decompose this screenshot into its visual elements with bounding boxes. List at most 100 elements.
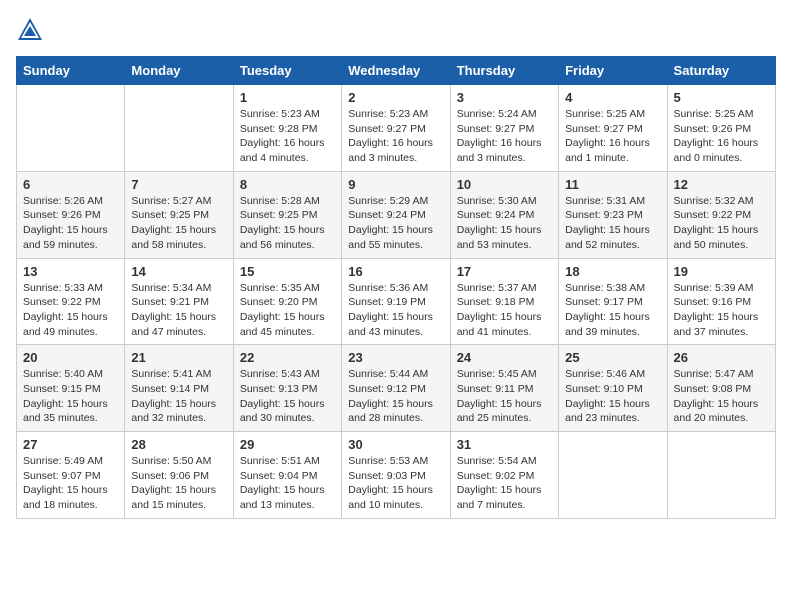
- calendar-cell: 11 Sunrise: 5:31 AM Sunset: 9:23 PM Dayli…: [559, 171, 667, 258]
- calendar-week-row: 20Sunrise: 5:40 AM Sunset: 9:15 PM Dayli…: [17, 345, 776, 432]
- calendar-cell: 3 Sunrise: 5:24 AM Sunset: 9:27 PM Daylig…: [450, 85, 558, 172]
- day-number: 7: [131, 177, 226, 192]
- calendar-day-header: Thursday: [450, 57, 558, 85]
- calendar-cell: 29Sunrise: 5:51 AM Sunset: 9:04 PM Dayli…: [233, 432, 341, 519]
- calendar-cell: 20Sunrise: 5:40 AM Sunset: 9:15 PM Dayli…: [17, 345, 125, 432]
- day-number: 16: [348, 264, 443, 279]
- day-number: 18: [565, 264, 660, 279]
- day-detail: Sunrise: 5:49 AM Sunset: 9:07 PM Dayligh…: [23, 454, 118, 513]
- day-number: 8: [240, 177, 335, 192]
- calendar-cell: [667, 432, 775, 519]
- day-number: 17: [457, 264, 552, 279]
- logo: [16, 16, 48, 44]
- logo-icon: [16, 16, 44, 44]
- calendar-cell: 9Sunrise: 5:29 AM Sunset: 9:24 PM Daylig…: [342, 171, 450, 258]
- day-number: 30: [348, 437, 443, 452]
- calendar-cell: 24 Sunrise: 5:45 AM Sunset: 9:11 PM Dayli…: [450, 345, 558, 432]
- day-number: 6: [23, 177, 118, 192]
- day-detail: Sunrise: 5:28 AM Sunset: 9:25 PM Dayligh…: [240, 194, 335, 253]
- calendar-cell: 6 Sunrise: 5:26 AM Sunset: 9:26 PM Daylig…: [17, 171, 125, 258]
- day-detail: Sunrise: 5:24 AM Sunset: 9:27 PM Dayligh…: [457, 107, 552, 166]
- day-number: 11: [565, 177, 660, 192]
- calendar-cell: 26 Sunrise: 5:47 AM Sunset: 9:08 PM Dayli…: [667, 345, 775, 432]
- calendar-cell: 14 Sunrise: 5:34 AM Sunset: 9:21 PM Dayli…: [125, 258, 233, 345]
- calendar-header-row: SundayMondayTuesdayWednesdayThursdayFrid…: [17, 57, 776, 85]
- day-number: 12: [674, 177, 769, 192]
- calendar-day-header: Saturday: [667, 57, 775, 85]
- day-detail: Sunrise: 5:38 AM Sunset: 9:17 PM Dayligh…: [565, 281, 660, 340]
- day-detail: Sunrise: 5:45 AM Sunset: 9:11 PM Dayligh…: [457, 367, 552, 426]
- day-detail: Sunrise: 5:34 AM Sunset: 9:21 PM Dayligh…: [131, 281, 226, 340]
- day-detail: Sunrise: 5:51 AM Sunset: 9:04 PM Dayligh…: [240, 454, 335, 513]
- calendar-cell: [125, 85, 233, 172]
- day-number: 1: [240, 90, 335, 105]
- day-detail: Sunrise: 5:37 AM Sunset: 9:18 PM Dayligh…: [457, 281, 552, 340]
- page-header: [16, 16, 776, 44]
- calendar-cell: [559, 432, 667, 519]
- calendar-cell: 13 Sunrise: 5:33 AM Sunset: 9:22 PM Dayli…: [17, 258, 125, 345]
- day-number: 24: [457, 350, 552, 365]
- day-detail: Sunrise: 5:32 AM Sunset: 9:22 PM Dayligh…: [674, 194, 769, 253]
- calendar-cell: 28 Sunrise: 5:50 AM Sunset: 9:06 PM Dayli…: [125, 432, 233, 519]
- day-detail: Sunrise: 5:25 AM Sunset: 9:27 PM Dayligh…: [565, 107, 660, 166]
- day-detail: Sunrise: 5:50 AM Sunset: 9:06 PM Dayligh…: [131, 454, 226, 513]
- calendar-cell: 17 Sunrise: 5:37 AM Sunset: 9:18 PM Dayli…: [450, 258, 558, 345]
- calendar-week-row: 6 Sunrise: 5:26 AM Sunset: 9:26 PM Daylig…: [17, 171, 776, 258]
- day-number: 2: [348, 90, 443, 105]
- day-number: 19: [674, 264, 769, 279]
- day-number: 14: [131, 264, 226, 279]
- calendar-cell: 5 Sunrise: 5:25 AM Sunset: 9:26 PM Daylig…: [667, 85, 775, 172]
- calendar-cell: 1Sunrise: 5:23 AM Sunset: 9:28 PM Daylig…: [233, 85, 341, 172]
- calendar-week-row: 1Sunrise: 5:23 AM Sunset: 9:28 PM Daylig…: [17, 85, 776, 172]
- day-number: 26: [674, 350, 769, 365]
- calendar-cell: 8 Sunrise: 5:28 AM Sunset: 9:25 PM Daylig…: [233, 171, 341, 258]
- calendar-cell: 25Sunrise: 5:46 AM Sunset: 9:10 PM Dayli…: [559, 345, 667, 432]
- day-number: 3: [457, 90, 552, 105]
- calendar-cell: 19 Sunrise: 5:39 AM Sunset: 9:16 PM Dayli…: [667, 258, 775, 345]
- calendar-cell: 16 Sunrise: 5:36 AM Sunset: 9:19 PM Dayli…: [342, 258, 450, 345]
- day-detail: Sunrise: 5:44 AM Sunset: 9:12 PM Dayligh…: [348, 367, 443, 426]
- calendar-cell: 12 Sunrise: 5:32 AM Sunset: 9:22 PM Dayli…: [667, 171, 775, 258]
- day-number: 4: [565, 90, 660, 105]
- calendar-week-row: 27 Sunrise: 5:49 AM Sunset: 9:07 PM Dayli…: [17, 432, 776, 519]
- calendar-cell: 10Sunrise: 5:30 AM Sunset: 9:24 PM Dayli…: [450, 171, 558, 258]
- day-number: 31: [457, 437, 552, 452]
- calendar-cell: 21Sunrise: 5:41 AM Sunset: 9:14 PM Dayli…: [125, 345, 233, 432]
- day-number: 20: [23, 350, 118, 365]
- calendar-week-row: 13 Sunrise: 5:33 AM Sunset: 9:22 PM Dayli…: [17, 258, 776, 345]
- day-detail: Sunrise: 5:33 AM Sunset: 9:22 PM Dayligh…: [23, 281, 118, 340]
- day-detail: Sunrise: 5:25 AM Sunset: 9:26 PM Dayligh…: [674, 107, 769, 166]
- day-detail: Sunrise: 5:39 AM Sunset: 9:16 PM Dayligh…: [674, 281, 769, 340]
- calendar-cell: 22Sunrise: 5:43 AM Sunset: 9:13 PM Dayli…: [233, 345, 341, 432]
- calendar-cell: 2 Sunrise: 5:23 AM Sunset: 9:27 PM Daylig…: [342, 85, 450, 172]
- calendar-cell: 30 Sunrise: 5:53 AM Sunset: 9:03 PM Dayli…: [342, 432, 450, 519]
- calendar-day-header: Sunday: [17, 57, 125, 85]
- day-detail: Sunrise: 5:30 AM Sunset: 9:24 PM Dayligh…: [457, 194, 552, 253]
- day-number: 5: [674, 90, 769, 105]
- day-detail: Sunrise: 5:23 AM Sunset: 9:27 PM Dayligh…: [348, 107, 443, 166]
- day-detail: Sunrise: 5:54 AM Sunset: 9:02 PM Dayligh…: [457, 454, 552, 513]
- calendar-day-header: Monday: [125, 57, 233, 85]
- day-number: 22: [240, 350, 335, 365]
- day-number: 21: [131, 350, 226, 365]
- day-number: 27: [23, 437, 118, 452]
- day-number: 9: [348, 177, 443, 192]
- calendar-day-header: Wednesday: [342, 57, 450, 85]
- day-detail: Sunrise: 5:47 AM Sunset: 9:08 PM Dayligh…: [674, 367, 769, 426]
- day-number: 28: [131, 437, 226, 452]
- day-detail: Sunrise: 5:31 AM Sunset: 9:23 PM Dayligh…: [565, 194, 660, 253]
- calendar-cell: 31 Sunrise: 5:54 AM Sunset: 9:02 PM Dayli…: [450, 432, 558, 519]
- calendar-cell: 15Sunrise: 5:35 AM Sunset: 9:20 PM Dayli…: [233, 258, 341, 345]
- day-number: 15: [240, 264, 335, 279]
- day-detail: Sunrise: 5:27 AM Sunset: 9:25 PM Dayligh…: [131, 194, 226, 253]
- day-detail: Sunrise: 5:46 AM Sunset: 9:10 PM Dayligh…: [565, 367, 660, 426]
- day-number: 13: [23, 264, 118, 279]
- day-detail: Sunrise: 5:26 AM Sunset: 9:26 PM Dayligh…: [23, 194, 118, 253]
- calendar-table: SundayMondayTuesdayWednesdayThursdayFrid…: [16, 56, 776, 519]
- day-detail: Sunrise: 5:53 AM Sunset: 9:03 PM Dayligh…: [348, 454, 443, 513]
- day-detail: Sunrise: 5:36 AM Sunset: 9:19 PM Dayligh…: [348, 281, 443, 340]
- calendar-cell: 4 Sunrise: 5:25 AM Sunset: 9:27 PM Daylig…: [559, 85, 667, 172]
- calendar-cell: [17, 85, 125, 172]
- calendar-cell: 7 Sunrise: 5:27 AM Sunset: 9:25 PM Daylig…: [125, 171, 233, 258]
- calendar-day-header: Tuesday: [233, 57, 341, 85]
